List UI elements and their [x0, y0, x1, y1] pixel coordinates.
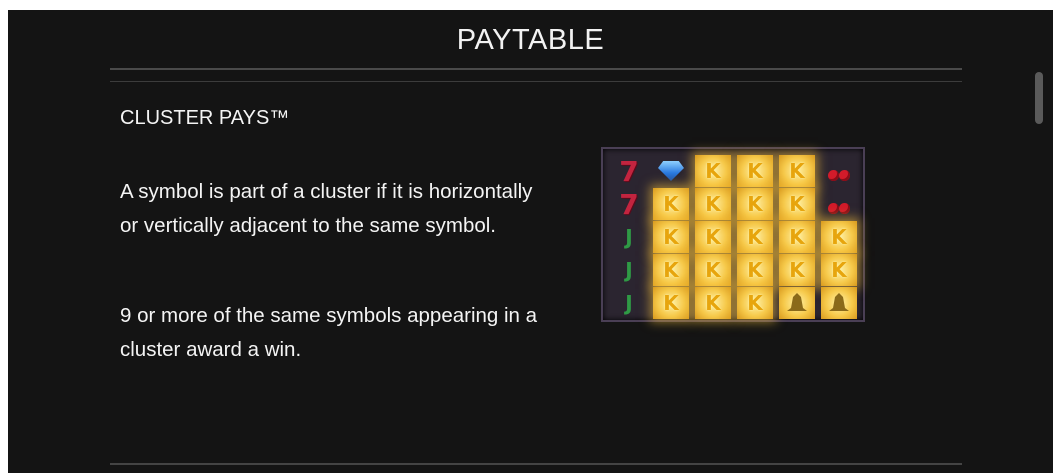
cherry-symbol-icon	[821, 155, 857, 187]
scrollbar-thumb[interactable]	[1035, 72, 1043, 124]
k-symbol: K	[695, 221, 731, 253]
cherry-symbol-icon	[821, 188, 857, 220]
k-symbol: K	[821, 254, 857, 286]
title-divider	[110, 68, 962, 70]
cluster-description: A symbol is part of a cluster if it is h…	[120, 180, 533, 237]
k-symbol: K	[779, 221, 815, 253]
k-symbol: K	[653, 188, 689, 220]
k-symbol: K	[821, 221, 857, 253]
bell-symbol-icon	[779, 287, 815, 319]
j-symbol: J	[625, 291, 633, 315]
seven-symbol: 7	[619, 154, 639, 188]
diamond-symbol-icon	[653, 155, 689, 187]
page-title: PAYTABLE	[456, 24, 605, 56]
k-symbol: K	[695, 287, 731, 319]
k-symbol: K	[779, 155, 815, 187]
section-heading: CLUSTER PAYS™	[120, 107, 290, 129]
k-symbol: K	[737, 155, 773, 187]
k-symbol: K	[653, 287, 689, 319]
j-symbol: J	[625, 225, 633, 249]
k-symbol: K	[737, 188, 773, 220]
k-symbol: K	[737, 254, 773, 286]
k-symbol: K	[695, 155, 731, 187]
scrollbar-track[interactable]	[1034, 68, 1044, 473]
cluster-example-grid: 7KKK7KKKKJKKKKKJKKKKKJKKK	[601, 147, 865, 322]
k-symbol: K	[779, 188, 815, 220]
paytable-panel: PAYTABLE CLUSTER PAYS™ A symbol is part …	[8, 10, 1053, 473]
k-symbol: K	[737, 287, 773, 319]
j-symbol: J	[625, 258, 633, 282]
title-divider-thin	[110, 81, 962, 82]
seven-symbol: 7	[619, 187, 639, 221]
k-symbol: K	[653, 221, 689, 253]
k-symbol: K	[737, 221, 773, 253]
k-symbol: K	[695, 254, 731, 286]
k-symbol: K	[695, 188, 731, 220]
bottom-divider	[110, 463, 962, 465]
k-symbol: K	[653, 254, 689, 286]
bell-symbol-icon	[821, 287, 857, 319]
win-condition-description: 9 or more of the same symbols appearing …	[120, 304, 538, 361]
k-symbol: K	[779, 254, 815, 286]
